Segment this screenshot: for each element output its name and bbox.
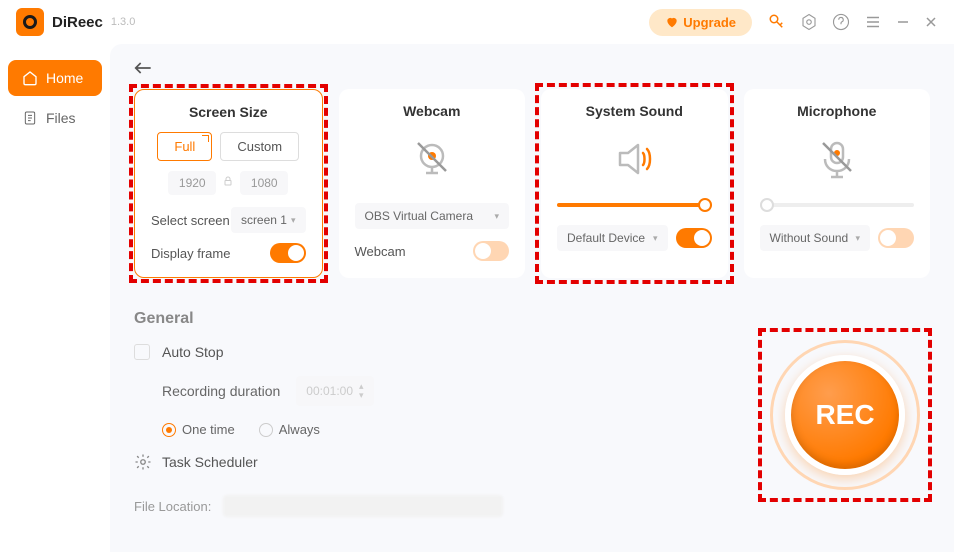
duration-input[interactable]: 00:01:00 ▴▾	[296, 376, 373, 406]
card-title: Webcam	[355, 103, 510, 119]
sidebar-item-label: Files	[46, 110, 76, 126]
auto-stop-checkbox[interactable]	[134, 344, 150, 360]
main-panel: Screen Size Full Custom Select screen sc…	[110, 44, 954, 552]
system-sound-device-select[interactable]: Default Device▾	[557, 225, 668, 251]
stepper-icon: ▴▾	[359, 382, 364, 400]
upgrade-button[interactable]: Upgrade	[649, 9, 752, 36]
card-microphone: Microphone Without Sound▾	[744, 89, 931, 278]
titlebar: DiReec 1.3.0 Upgrade	[0, 0, 954, 44]
duration-label: Recording duration	[162, 383, 280, 399]
card-webcam: Webcam OBS Virtual Camera▾ Webcam	[339, 89, 526, 278]
sidebar-item-files[interactable]: Files	[8, 100, 102, 136]
chevron-down-icon: ▾	[855, 233, 860, 244]
chevron-down-icon: ▾	[653, 233, 658, 244]
app-logo	[16, 8, 44, 36]
card-screen-size: Screen Size Full Custom Select screen sc…	[134, 89, 323, 278]
heart-icon	[665, 15, 679, 29]
radio-one-time[interactable]	[162, 423, 176, 437]
sidebar-item-home[interactable]: Home	[8, 60, 102, 96]
chevron-down-icon: ▾	[494, 211, 499, 222]
chevron-down-icon: ▾	[291, 215, 296, 226]
upgrade-label: Upgrade	[683, 15, 736, 30]
auto-stop-label: Auto Stop	[162, 344, 224, 360]
task-scheduler-label: Task Scheduler	[162, 454, 258, 470]
select-screen-label: Select screen	[151, 213, 230, 228]
file-location-path	[223, 495, 503, 517]
app-name: DiReec	[52, 14, 103, 31]
card-title: Microphone	[760, 103, 915, 119]
sidebar: Home Files	[0, 44, 110, 552]
lock-icon[interactable]	[222, 174, 234, 192]
rec-glow	[770, 340, 920, 490]
card-title: Screen Size	[151, 104, 306, 120]
webcam-device-select[interactable]: OBS Virtual Camera▾	[355, 203, 510, 229]
display-frame-label: Display frame	[151, 246, 230, 261]
app-version: 1.3.0	[111, 16, 135, 28]
rec-container: REC	[770, 340, 920, 490]
microphone-off-icon	[760, 131, 915, 187]
minimize-button[interactable]	[896, 15, 910, 29]
webcam-toggle[interactable]	[473, 241, 509, 261]
system-sound-toggle[interactable]	[676, 228, 712, 248]
files-icon	[22, 110, 38, 126]
screen-select[interactable]: screen 1▾	[231, 207, 306, 233]
home-icon	[22, 70, 38, 86]
card-title: System Sound	[557, 103, 712, 119]
webcam-toggle-label: Webcam	[355, 244, 406, 259]
microphone-toggle[interactable]	[878, 228, 914, 248]
height-input[interactable]	[240, 171, 288, 195]
close-button[interactable]	[924, 15, 938, 29]
back-button[interactable]	[134, 60, 930, 81]
width-input[interactable]	[168, 171, 216, 195]
help-icon[interactable]	[832, 13, 850, 31]
settings-icon[interactable]	[800, 13, 818, 31]
radio-always[interactable]	[259, 423, 273, 437]
general-section: General Auto Stop Recording duration 00:…	[134, 310, 930, 517]
display-frame-toggle[interactable]	[270, 243, 306, 263]
file-location-label: File Location:	[134, 499, 211, 514]
card-system-sound: System Sound Default Device▾	[541, 89, 728, 278]
speaker-icon	[557, 131, 712, 187]
tab-full[interactable]: Full	[157, 132, 212, 161]
gear-icon	[134, 453, 152, 471]
tab-custom[interactable]: Custom	[220, 132, 299, 161]
microphone-slider[interactable]	[760, 203, 915, 207]
sidebar-item-label: Home	[46, 70, 83, 86]
system-sound-slider[interactable]	[557, 203, 712, 207]
webcam-off-icon	[355, 131, 510, 187]
menu-icon[interactable]	[864, 13, 882, 31]
general-title: General	[134, 310, 930, 328]
one-time-label: One time	[182, 422, 235, 437]
always-label: Always	[279, 422, 320, 437]
key-icon[interactable]	[768, 13, 786, 31]
microphone-device-select[interactable]: Without Sound▾	[760, 225, 871, 251]
